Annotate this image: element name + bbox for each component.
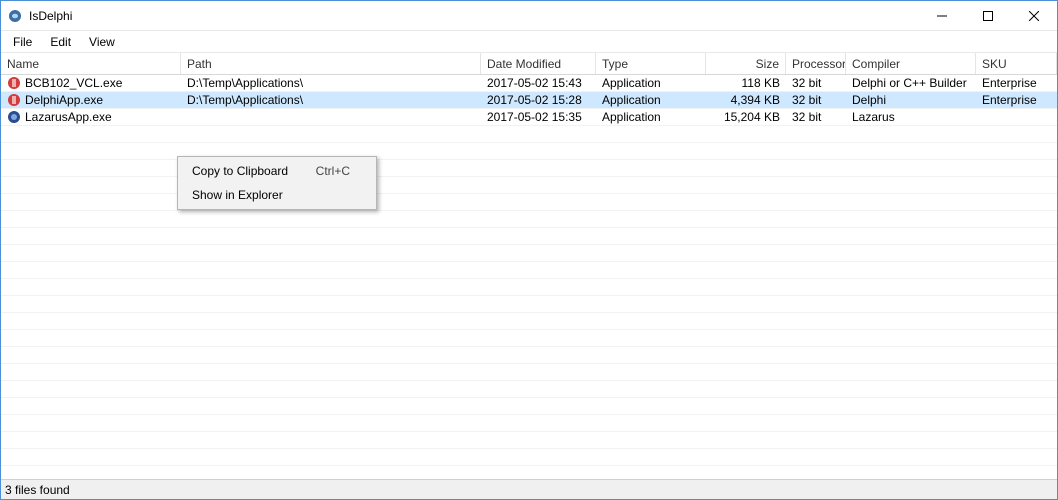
cell-compiler: Delphi bbox=[846, 92, 976, 108]
cell-date: 2017-05-02 15:43 bbox=[481, 75, 596, 91]
empty-row bbox=[1, 415, 1057, 432]
empty-row bbox=[1, 449, 1057, 466]
empty-row bbox=[1, 194, 1057, 211]
file-icon bbox=[7, 93, 21, 107]
cell-sku bbox=[976, 109, 1057, 125]
close-button[interactable] bbox=[1011, 1, 1057, 30]
maximize-button[interactable] bbox=[965, 1, 1011, 30]
empty-row bbox=[1, 432, 1057, 449]
cell-path bbox=[181, 109, 481, 125]
empty-row bbox=[1, 381, 1057, 398]
ctx-copy-clipboard[interactable]: Copy to Clipboard Ctrl+C bbox=[180, 159, 374, 183]
menu-file[interactable]: File bbox=[5, 33, 40, 51]
cell-date: 2017-05-02 15:35 bbox=[481, 109, 596, 125]
cell-size: 118 KB bbox=[706, 75, 786, 91]
empty-row bbox=[1, 296, 1057, 313]
cell-type: Application bbox=[596, 109, 706, 125]
column-headers: Name Path Date Modified Type Size Proces… bbox=[1, 53, 1057, 75]
window-controls bbox=[919, 1, 1057, 30]
cell-processor: 32 bit bbox=[786, 109, 846, 125]
col-header-date[interactable]: Date Modified bbox=[481, 53, 596, 74]
cell-processor: 32 bit bbox=[786, 92, 846, 108]
cell-size: 15,204 KB bbox=[706, 109, 786, 125]
col-header-size[interactable]: Size bbox=[706, 53, 786, 74]
cell-type: Application bbox=[596, 92, 706, 108]
cell-sku: Enterprise bbox=[976, 92, 1057, 108]
empty-row bbox=[1, 160, 1057, 177]
file-icon bbox=[7, 76, 21, 90]
cell-size: 4,394 KB bbox=[706, 92, 786, 108]
minimize-button[interactable] bbox=[919, 1, 965, 30]
file-list: Name Path Date Modified Type Size Proces… bbox=[1, 53, 1057, 479]
ctx-item-label: Copy to Clipboard bbox=[192, 164, 288, 178]
cell-path: D:\Temp\Applications\ bbox=[181, 92, 481, 108]
col-header-compiler[interactable]: Compiler bbox=[846, 53, 976, 74]
status-text: 3 files found bbox=[5, 483, 70, 497]
app-window: IsDelphi File Edit View Name Path Date M… bbox=[0, 0, 1058, 500]
cell-path: D:\Temp\Applications\ bbox=[181, 75, 481, 91]
empty-row bbox=[1, 364, 1057, 381]
col-header-type[interactable]: Type bbox=[596, 53, 706, 74]
empty-row bbox=[1, 245, 1057, 262]
cell-sku: Enterprise bbox=[976, 75, 1057, 91]
table-row[interactable]: BCB102_VCL.exe D:\Temp\Applications\2017-… bbox=[1, 75, 1057, 92]
app-icon bbox=[7, 8, 23, 24]
file-icon bbox=[7, 110, 21, 124]
empty-row bbox=[1, 126, 1057, 143]
cell-name: BCB102_VCL.exe bbox=[1, 75, 181, 91]
ctx-item-shortcut: Ctrl+C bbox=[316, 164, 350, 178]
cell-processor: 32 bit bbox=[786, 75, 846, 91]
ctx-show-explorer[interactable]: Show in Explorer bbox=[180, 183, 374, 207]
ctx-item-label: Show in Explorer bbox=[192, 188, 283, 202]
col-header-processor[interactable]: Processor bbox=[786, 53, 846, 74]
empty-row bbox=[1, 228, 1057, 245]
menu-edit[interactable]: Edit bbox=[42, 33, 79, 51]
cell-name: DelphiApp.exe bbox=[1, 92, 181, 108]
cell-name-text: BCB102_VCL.exe bbox=[25, 76, 122, 90]
cell-date: 2017-05-02 15:28 bbox=[481, 92, 596, 108]
rows-container[interactable]: BCB102_VCL.exeD:\Temp\Applications\2017-… bbox=[1, 75, 1057, 479]
empty-row bbox=[1, 398, 1057, 415]
col-header-sku[interactable]: SKU bbox=[976, 53, 1057, 74]
menu-view[interactable]: View bbox=[81, 33, 123, 51]
empty-row bbox=[1, 143, 1057, 160]
cell-compiler: Delphi or C++ Builder bbox=[846, 75, 976, 91]
empty-row bbox=[1, 211, 1057, 228]
titlebar: IsDelphi bbox=[1, 1, 1057, 31]
empty-row bbox=[1, 177, 1057, 194]
col-header-name[interactable]: Name bbox=[1, 53, 181, 74]
statusbar: 3 files found bbox=[1, 479, 1057, 499]
table-row[interactable]: DelphiApp.exe D:\Temp\Applications\2017-0… bbox=[1, 92, 1057, 109]
cell-name: LazarusApp.exe bbox=[1, 109, 181, 125]
menubar: File Edit View bbox=[1, 31, 1057, 53]
empty-row bbox=[1, 330, 1057, 347]
empty-row bbox=[1, 279, 1057, 296]
table-row[interactable]: LazarusApp.exe 2017-05-02 15:35Applicatio… bbox=[1, 109, 1057, 126]
empty-row bbox=[1, 466, 1057, 479]
cell-type: Application bbox=[596, 75, 706, 91]
cell-name-text: LazarusApp.exe bbox=[25, 110, 112, 124]
empty-row bbox=[1, 347, 1057, 364]
cell-compiler: Lazarus bbox=[846, 109, 976, 125]
context-menu: Copy to Clipboard Ctrl+C Show in Explore… bbox=[177, 156, 377, 210]
window-title: IsDelphi bbox=[29, 9, 919, 23]
col-header-path[interactable]: Path bbox=[181, 53, 481, 74]
cell-name-text: DelphiApp.exe bbox=[25, 93, 103, 107]
empty-row bbox=[1, 262, 1057, 279]
empty-row bbox=[1, 313, 1057, 330]
